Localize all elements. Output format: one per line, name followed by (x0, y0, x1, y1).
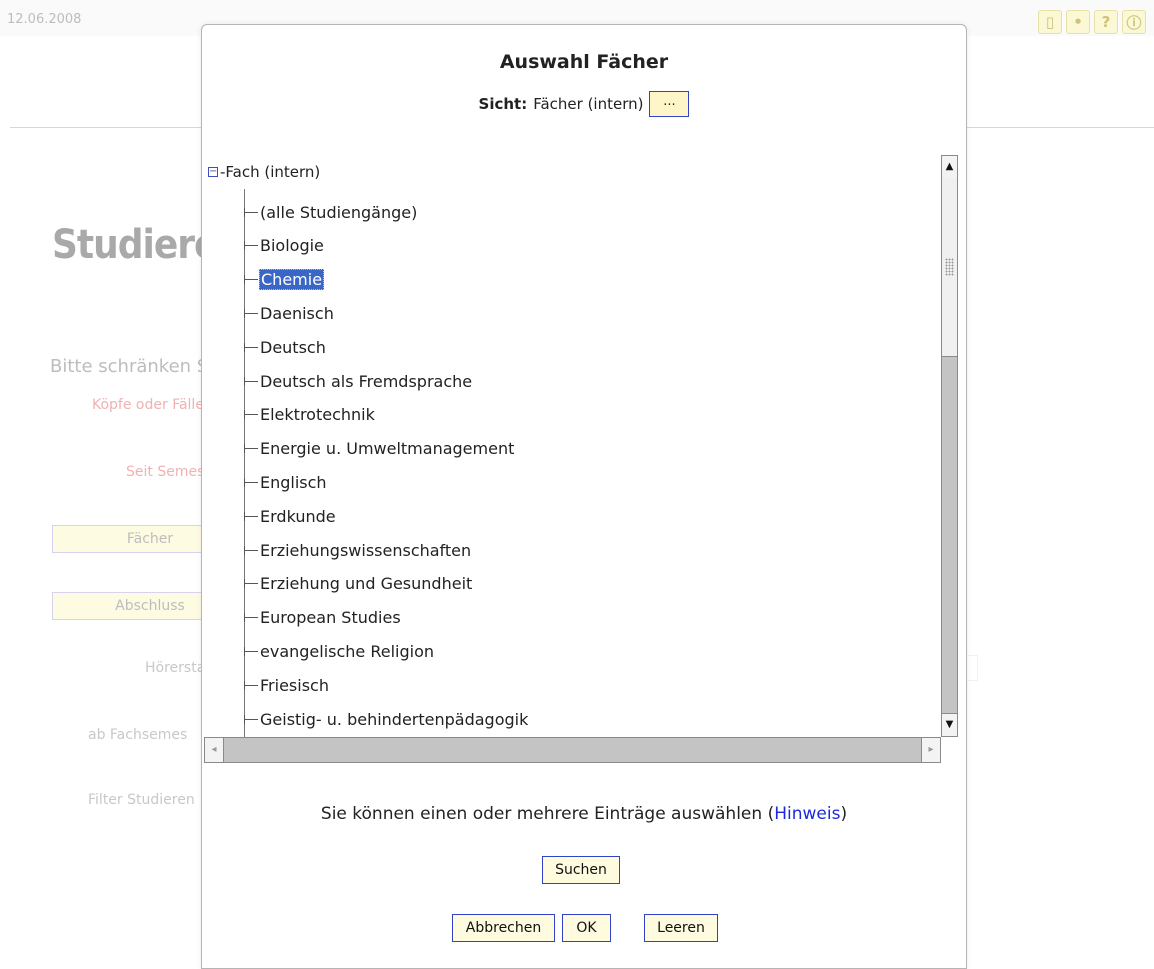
tree-item-label: European Studies (260, 608, 401, 628)
scroll-thumb[interactable] (942, 178, 957, 357)
view-value: Fächer (intern) (533, 95, 644, 113)
subject-tree: − - Fach (intern) (alle Studiengänge) Biol… (204, 155, 960, 761)
tree-item[interactable]: Daenisch (244, 296, 335, 330)
filter-prompt: Bitte schränken Sie (50, 356, 225, 377)
tree-connector (244, 680, 258, 690)
subject-selection-dialog: Auswahl Fächer Sicht: Fächer (intern) ..… (201, 24, 967, 969)
tree-connector (244, 511, 258, 521)
view-select-button[interactable]: ... (649, 91, 690, 117)
tree-item[interactable]: Elektrotechnik (244, 398, 376, 432)
tree-connector (244, 579, 258, 589)
koepfe-label: Köpfe oder Fälle (92, 397, 204, 413)
ok-button[interactable]: OK (562, 914, 611, 942)
tree-item[interactable]: Deutsch (244, 330, 327, 364)
scroll-right-icon[interactable]: ▸ (921, 738, 940, 762)
tree-connector (244, 308, 258, 318)
tree-item-label: Elektrotechnik (260, 405, 375, 425)
tree-item[interactable]: Friesisch (244, 668, 330, 702)
tree-item[interactable]: (alle Studiengänge) (244, 195, 418, 229)
scroll-up-icon[interactable]: ▲ (942, 156, 957, 179)
tree-connector (244, 275, 258, 285)
tree-item[interactable]: Erziehungswissenschaften (244, 533, 472, 567)
hint-text: Sie können einen oder mehrere Einträge a… (202, 804, 966, 824)
tree-item[interactable]: Deutsch als Fremdsprache (244, 364, 473, 398)
tree-item[interactable]: Energie u. Umweltmanagement (244, 432, 515, 466)
collapse-icon[interactable]: − (208, 167, 218, 177)
tree-connector (244, 646, 258, 656)
horizontal-scrollbar[interactable]: ◂ ▸ (204, 737, 941, 763)
tree-item-label: Deutsch (260, 337, 326, 357)
tree-connector (244, 714, 258, 724)
tree-connector (244, 376, 258, 386)
help-icon[interactable]: ? (1094, 10, 1118, 34)
tree-item[interactable]: Biologie (244, 229, 325, 263)
tree-item-label: (alle Studiengänge) (260, 202, 418, 222)
tree-item[interactable]: Geistig- u. behindertenpädagogik (244, 702, 529, 736)
tree-item[interactable]: Chemie (244, 263, 325, 297)
tree-item-label: Geistig- u. behindertenpädagogik (260, 709, 529, 729)
search-button[interactable]: Suchen (542, 856, 620, 884)
view-label: Sicht: (478, 95, 528, 113)
tree-connector (244, 410, 258, 420)
tree-item-label: Friesisch (260, 675, 329, 695)
vertical-scrollbar[interactable]: ▲ ▼ (941, 155, 958, 737)
info-icon[interactable]: ⓘ (1122, 10, 1146, 34)
tree-item-label: Erziehungswissenschaften (260, 540, 472, 560)
tree-item[interactable]: Erziehung und Gesundheit (244, 567, 473, 601)
tree-item-label: Erdkunde (260, 506, 336, 526)
hoererstatus-label: Hörersta (145, 660, 206, 676)
ab-fachsemester-label: ab Fachsemes (88, 727, 188, 743)
tree-connector (244, 545, 258, 555)
cancel-button[interactable]: Abbrechen (452, 914, 555, 942)
tree-item-label: evangelische Religion (260, 641, 435, 661)
tree-item[interactable]: European Studies (244, 601, 402, 635)
tree-item-label: Energie u. Umweltmanagement (260, 439, 515, 459)
tree-item-label: Erziehung und Gesundheit (260, 574, 473, 594)
hint-close: ) (840, 804, 848, 824)
tree-item-label: Biologie (260, 236, 324, 256)
pin-icon[interactable]: ▯ (1038, 10, 1062, 34)
toolbar-icons: ▯ • ? ⓘ (1038, 10, 1146, 34)
tree-item-label: Deutsch als Fremdsprache (260, 371, 473, 391)
view-row: Sicht: Fächer (intern) ... (202, 91, 966, 117)
tree-item[interactable]: Erdkunde (244, 499, 337, 533)
tree-item[interactable]: evangelische Religion (244, 634, 435, 668)
tree-root[interactable]: − - Fach (intern) (208, 163, 320, 181)
dot-icon[interactable]: • (1066, 10, 1090, 34)
tree-connector (244, 241, 258, 251)
ghost-select (966, 655, 978, 681)
clear-button[interactable]: Leeren (644, 914, 718, 942)
filter-studierende-label: Filter Studieren (88, 792, 195, 808)
tree-item-label: Englisch (260, 472, 327, 492)
tree-item-label: Daenisch (260, 303, 334, 323)
tree-item-label: Chemie (259, 269, 325, 291)
tree-connector (244, 477, 258, 487)
grip-icon (945, 258, 954, 276)
date-label: 12.06.2008 (7, 12, 82, 27)
hint-link[interactable]: Hinweis (774, 804, 840, 824)
scroll-left-icon[interactable]: ◂ (205, 738, 224, 762)
hint-body: Sie können einen oder mehrere Einträge a… (320, 804, 775, 824)
seit-semester-label: Seit Semes (126, 464, 205, 480)
tree-connector (244, 444, 258, 454)
tree-connector (244, 613, 258, 623)
tree-connector (244, 207, 258, 217)
tree-item[interactable]: Englisch (244, 465, 328, 499)
tree-connector (244, 342, 258, 352)
dialog-title: Auswahl Fächer (499, 51, 669, 73)
scroll-down-icon[interactable]: ▼ (942, 713, 957, 736)
tree-root-label: Fach (intern) (225, 163, 321, 181)
